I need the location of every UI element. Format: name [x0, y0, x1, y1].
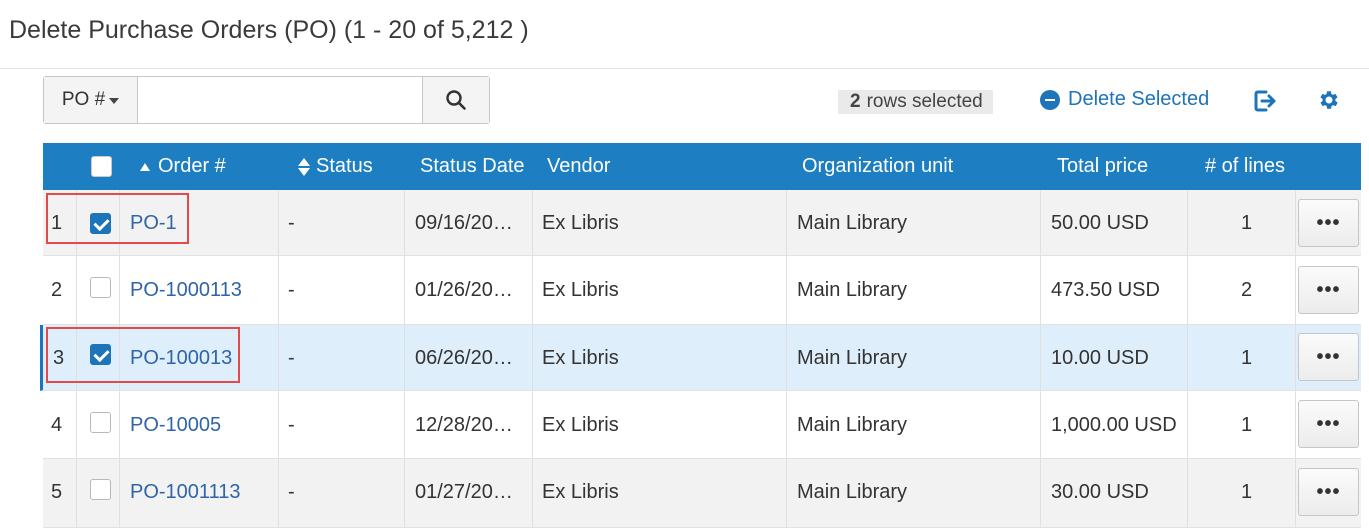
column-header-order-label: Order # [158, 155, 226, 177]
row-checkbox[interactable] [90, 276, 111, 298]
column-header-lines[interactable]: # of lines [1205, 143, 1285, 190]
column-header-lines-label: # of lines [1205, 155, 1286, 177]
search-icon [446, 90, 466, 110]
row-index: 3 [53, 346, 65, 369]
order-link[interactable]: PO-10005 [130, 391, 221, 459]
minus-circle-icon [1040, 89, 1060, 110]
row-actions-button[interactable]: ••• [1298, 199, 1359, 247]
order-link[interactable]: PO-1001113 [130, 459, 240, 525]
status-cell: - [288, 279, 295, 301]
row-actions-button[interactable]: ••• [1298, 333, 1359, 381]
row-actions-button[interactable]: ••• [1298, 266, 1359, 314]
select-all-checkbox[interactable] [91, 156, 112, 177]
sort-icon [298, 157, 310, 176]
org-unit-cell: Main Library [797, 346, 908, 369]
row-checkbox[interactable] [90, 343, 111, 365]
column-header-vendor[interactable]: Vendor [547, 143, 610, 190]
row-index: 1 [51, 211, 63, 234]
column-header-order[interactable]: Order # [140, 143, 226, 190]
row-index: 5 [51, 480, 63, 503]
status-cell: - [288, 346, 295, 369]
delete-selected-label: Delete Selected [1068, 88, 1210, 110]
column-header-status-date[interactable]: Status Date [420, 143, 525, 190]
total-price-cell: 473.50 USD [1051, 279, 1160, 301]
column-header-org-unit[interactable]: Organization unit [802, 143, 953, 190]
row-checkbox[interactable] [90, 411, 111, 433]
row-index: 4 [51, 413, 63, 436]
column-header-status[interactable]: Status [298, 143, 373, 190]
total-price-cell: 50.00 USD [1051, 211, 1149, 234]
status-cell: - [288, 211, 295, 234]
rows-selected-count: 2 [850, 91, 861, 112]
column-header-status-date-label: Status Date [420, 155, 525, 177]
org-unit-cell: Main Library [797, 211, 908, 234]
total-price-cell: 10.00 USD [1051, 346, 1149, 369]
search-scope-label: PO # [61, 89, 106, 110]
status-cell: - [288, 480, 295, 503]
search-bar: PO # [43, 76, 490, 124]
lines-cell: 2 [1241, 279, 1253, 301]
vendor-cell: Ex Libris [542, 480, 619, 503]
org-unit-cell: Main Library [797, 413, 908, 436]
grid-header [43, 143, 1361, 190]
order-link[interactable]: PO-1 [130, 190, 177, 256]
row-actions-button[interactable]: ••• [1298, 400, 1359, 448]
column-header-total-price[interactable]: Total price [1057, 143, 1148, 190]
select-all-cell [91, 143, 112, 190]
order-link[interactable]: PO-100013 [130, 325, 232, 391]
gear-icon[interactable] [1317, 88, 1341, 112]
org-unit-cell: Main Library [797, 279, 908, 301]
vendor-cell: Ex Libris [542, 211, 619, 234]
column-header-org-unit-label: Organization unit [802, 155, 954, 177]
lines-cell: 1 [1241, 413, 1253, 436]
status-date-cell: 01/26/20… [415, 279, 513, 301]
org-unit-cell: Main Library [797, 480, 908, 503]
caret-down-icon [109, 98, 120, 104]
status-date-cell: 12/28/20… [415, 413, 513, 436]
table-row-selected[interactable] [40, 325, 1361, 391]
purchase-orders-grid [43, 143, 1361, 190]
vendor-cell: Ex Libris [542, 413, 619, 436]
rows-selected-badge: 2 rows selected [838, 90, 993, 114]
status-cell: - [288, 413, 295, 436]
row-actions-button[interactable]: ••• [1298, 468, 1359, 516]
row-checkbox[interactable] [90, 478, 111, 500]
vendor-cell: Ex Libris [542, 279, 619, 301]
lines-cell: 1 [1241, 211, 1253, 234]
total-price-cell: 30.00 USD [1051, 480, 1149, 503]
rows-selected-text: rows selected [866, 91, 983, 112]
row-checkbox[interactable] [90, 212, 111, 234]
sort-ascending-icon [140, 162, 150, 171]
order-link[interactable]: PO-1000113 [130, 256, 242, 325]
search-input[interactable] [138, 77, 422, 123]
lines-cell: 1 [1241, 346, 1253, 369]
lines-cell: 1 [1241, 480, 1253, 503]
table-row[interactable] [43, 459, 1361, 528]
status-date-cell: 01/27/20… [415, 480, 513, 503]
column-header-total-price-label: Total price [1057, 155, 1149, 177]
row-index: 2 [51, 279, 63, 301]
status-date-cell: 06/26/20… [415, 346, 513, 369]
search-scope-dropdown[interactable]: PO # [44, 77, 138, 123]
page-title: Delete Purchase Orders (PO) (1 - 20 of 5… [9, 16, 529, 44]
search-button[interactable] [422, 77, 489, 123]
title-divider [0, 68, 1369, 69]
total-price-cell: 1,000.00 USD [1051, 413, 1177, 436]
table-row[interactable] [43, 190, 1361, 256]
column-header-vendor-label: Vendor [547, 155, 611, 177]
export-icon[interactable] [1250, 86, 1280, 116]
vendor-cell: Ex Libris [542, 346, 619, 369]
delete-selected-button[interactable]: Delete Selected [1040, 88, 1209, 111]
status-date-cell: 09/16/20… [415, 211, 513, 234]
column-header-status-label: Status [316, 155, 373, 177]
